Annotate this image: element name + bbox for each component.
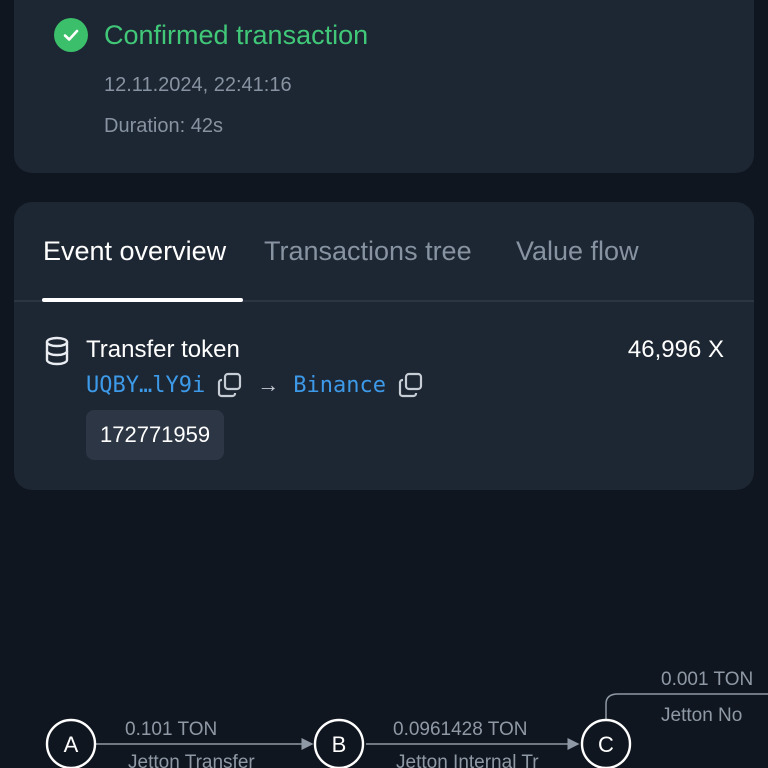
flow-node-b[interactable]: B xyxy=(313,718,365,768)
event-id-chip[interactable]: 172771959 xyxy=(86,410,225,460)
recipient-address-link[interactable]: Binance xyxy=(293,373,386,398)
copy-icon[interactable] xyxy=(398,372,424,398)
database-icon xyxy=(45,336,69,366)
edge-b-c-label: Jetton Internal Tr xyxy=(396,752,539,768)
copy-icon[interactable] xyxy=(217,372,243,398)
tab-bar: Event overview Transactions tree Value f… xyxy=(14,202,754,302)
address-row: UQBY…lY9i → Binance xyxy=(86,372,438,398)
sender-address-link[interactable]: UQBY…lY9i xyxy=(86,373,205,398)
check-circle-icon xyxy=(54,18,88,52)
status-title: Confirmed transaction xyxy=(104,19,369,50)
svg-text:A: A xyxy=(64,732,79,757)
edge-c-next-value: 0.001 TON xyxy=(661,669,753,690)
event-amount: 46,996 X xyxy=(627,336,724,363)
edge-a-b-label: Jetton Transfer xyxy=(128,752,255,768)
value-flow-graph: 0.101 TON Jetton Transfer 0.0961428 TON … xyxy=(0,640,768,768)
edge-c-next-label: Jetton No xyxy=(661,705,742,726)
edge-b-c-value: 0.0961428 TON xyxy=(393,719,528,740)
event-title: Transfer token xyxy=(86,336,240,363)
flow-node-a[interactable]: A xyxy=(45,718,97,768)
transaction-page: Confirmed transaction 12.11.2024, 22:41:… xyxy=(0,0,768,768)
transaction-duration: Duration: 42s xyxy=(104,115,223,137)
arrow-right-icon: → xyxy=(257,372,280,397)
status-row: Confirmed transaction xyxy=(54,18,368,52)
active-tab-indicator xyxy=(42,298,243,302)
svg-text:B: B xyxy=(332,732,347,757)
flow-node-c[interactable]: C xyxy=(580,718,632,768)
transaction-datetime: 12.11.2024, 22:41:16 xyxy=(104,74,292,96)
edge-a-b-value: 0.101 TON xyxy=(125,719,217,740)
event-card: Event overview Transactions tree Value f… xyxy=(14,202,754,490)
tab-event-overview[interactable]: Event overview xyxy=(43,236,226,267)
svg-text:C: C xyxy=(598,732,614,757)
tab-value-flow[interactable]: Value flow xyxy=(516,236,639,267)
status-card: Confirmed transaction 12.11.2024, 22:41:… xyxy=(14,0,754,173)
tab-transactions-tree[interactable]: Transactions tree xyxy=(264,236,472,267)
